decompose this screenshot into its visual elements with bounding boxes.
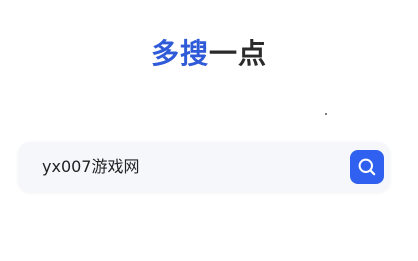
search-page: 多搜一点 <box>0 0 418 261</box>
search-icon <box>357 157 377 177</box>
brand-logo: 多搜一点 <box>0 36 418 72</box>
brand-logo-part1: 多搜 <box>150 37 209 70</box>
search-button[interactable] <box>350 150 384 184</box>
search-bar <box>18 142 390 192</box>
brand-logo-part2: 一点 <box>209 37 268 70</box>
search-input[interactable] <box>42 142 332 192</box>
decorative-dot <box>325 113 327 115</box>
